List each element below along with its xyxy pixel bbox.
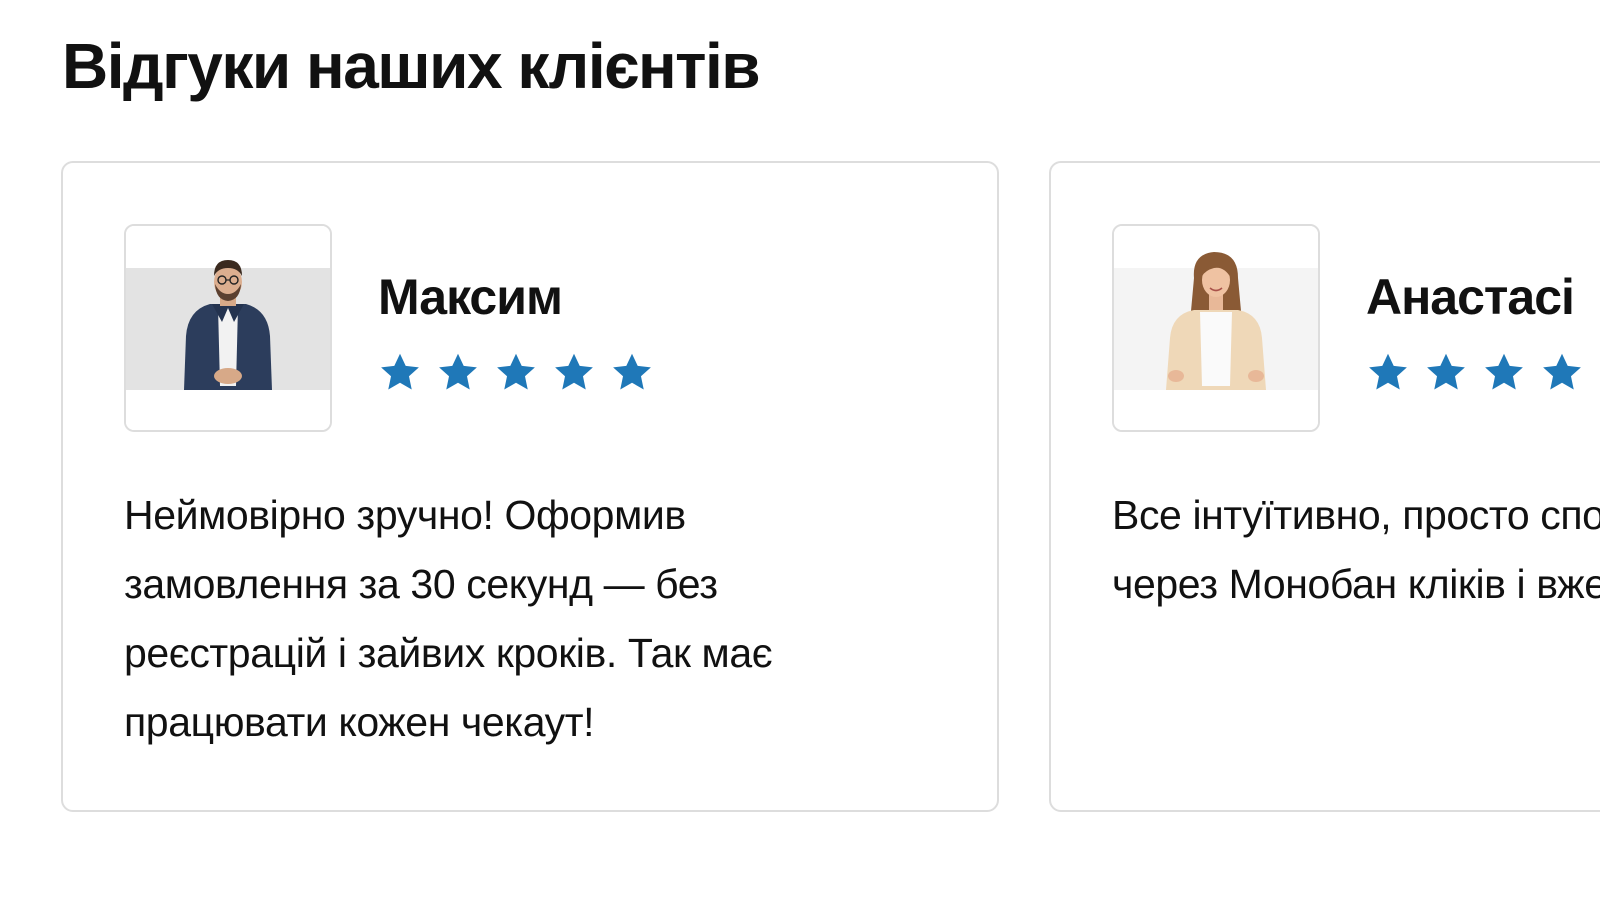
review-text: Все інтуїтивно, просто спободалась можли… [1112,492,1600,607]
reviewer-name: Анастасі [1366,269,1575,325]
woman-portrait-photo [1114,226,1318,430]
star-icon [1543,353,1581,390]
star-icon [555,353,593,390]
reviewer-name: Максим [378,269,563,325]
review-card: Анастасі Все інтуїтивно, просто спободал… [1049,161,1600,812]
star-icon [439,353,477,390]
star-icon [1427,353,1465,390]
star-icon [1369,353,1407,390]
star-icon [613,353,651,390]
star-rating [378,351,654,395]
star-rating [1366,351,1600,395]
reviewer-avatar [124,224,332,432]
reviewer-avatar [1112,224,1320,432]
review-card: Максим Неймовірно зручно! Оформив замовл… [61,161,999,812]
star-icon [497,353,535,390]
man-portrait-photo [126,226,330,430]
testimonials-page: Відгуки наших клієнтів Максим Неймовірно… [0,0,1600,900]
star-icon [381,353,419,390]
review-text: Неймовірно зручно! Оформив замовлення за… [124,492,773,745]
star-icon [1485,353,1523,390]
section-title: Відгуки наших клієнтів [62,30,761,102]
